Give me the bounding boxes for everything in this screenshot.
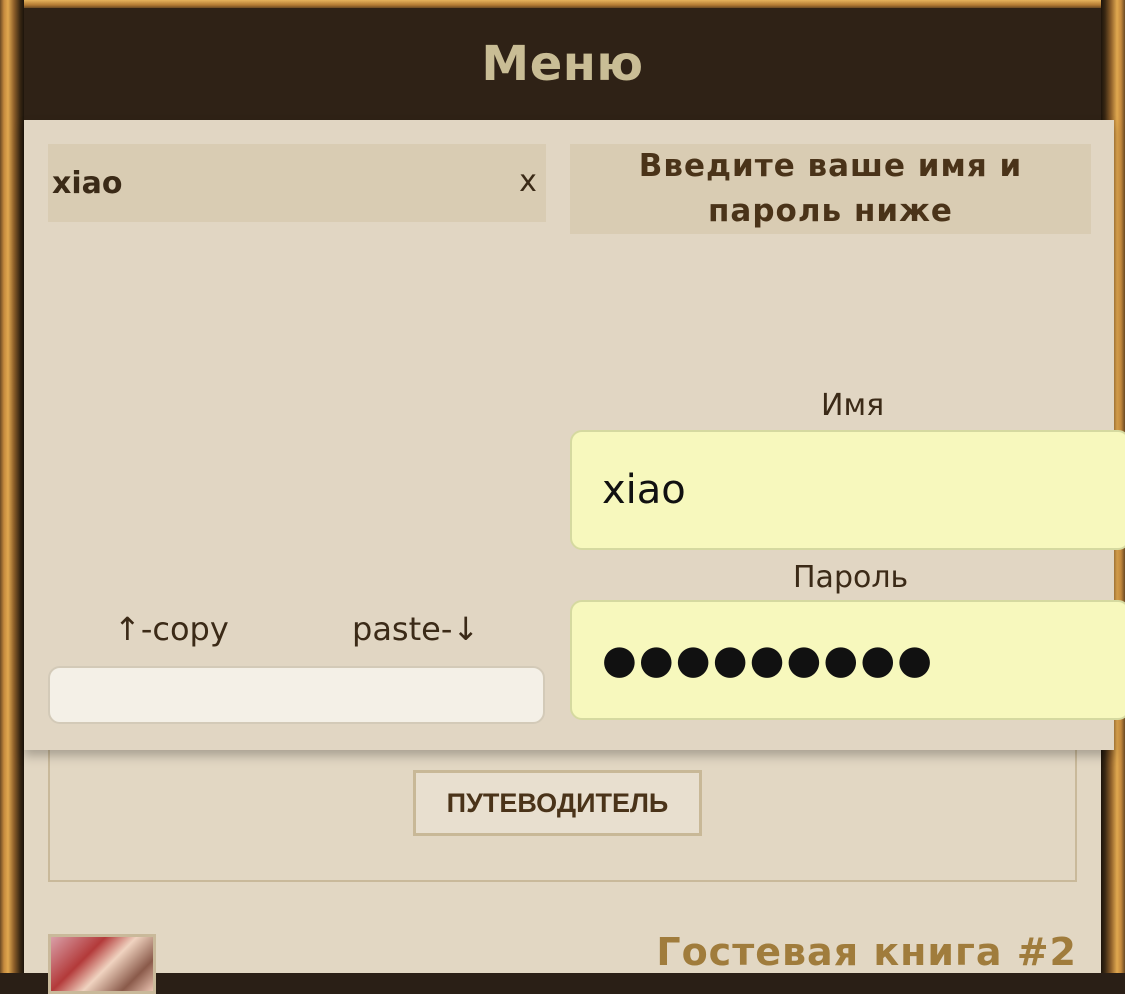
menu-header: Меню <box>24 8 1101 120</box>
close-icon[interactable]: x <box>514 164 542 200</box>
copy-label[interactable]: ↑-copy <box>114 610 229 648</box>
paste-label[interactable]: paste-↓ <box>352 610 479 648</box>
login-prompt: Введите ваше имя и пароль ниже <box>570 144 1091 234</box>
clipboard-input[interactable] <box>48 666 545 724</box>
name-label: Имя <box>821 388 885 423</box>
guide-button[interactable]: ПУТЕВОДИТЕЛЬ <box>413 770 702 836</box>
guide-button-label: ПУТЕВОДИТЕЛЬ <box>446 787 669 818</box>
guestbook-avatar[interactable] <box>48 934 156 994</box>
menu-panel: xiao x Введите ваше имя и пароль ниже Им… <box>24 120 1125 750</box>
login-prompt-text: Введите ваше имя и пароль ниже <box>638 148 1023 229</box>
frame-top <box>10 0 1115 8</box>
password-label: Пароль <box>793 560 909 595</box>
menu-title: Меню <box>481 36 644 92</box>
name-field[interactable] <box>570 430 1125 550</box>
guestbook-title[interactable]: Гостевая книга #2 <box>656 930 1077 974</box>
password-field[interactable] <box>570 600 1125 720</box>
user-chip: xiao x <box>48 144 546 222</box>
frame-left <box>0 0 24 973</box>
user-chip-name: xiao <box>52 166 123 201</box>
